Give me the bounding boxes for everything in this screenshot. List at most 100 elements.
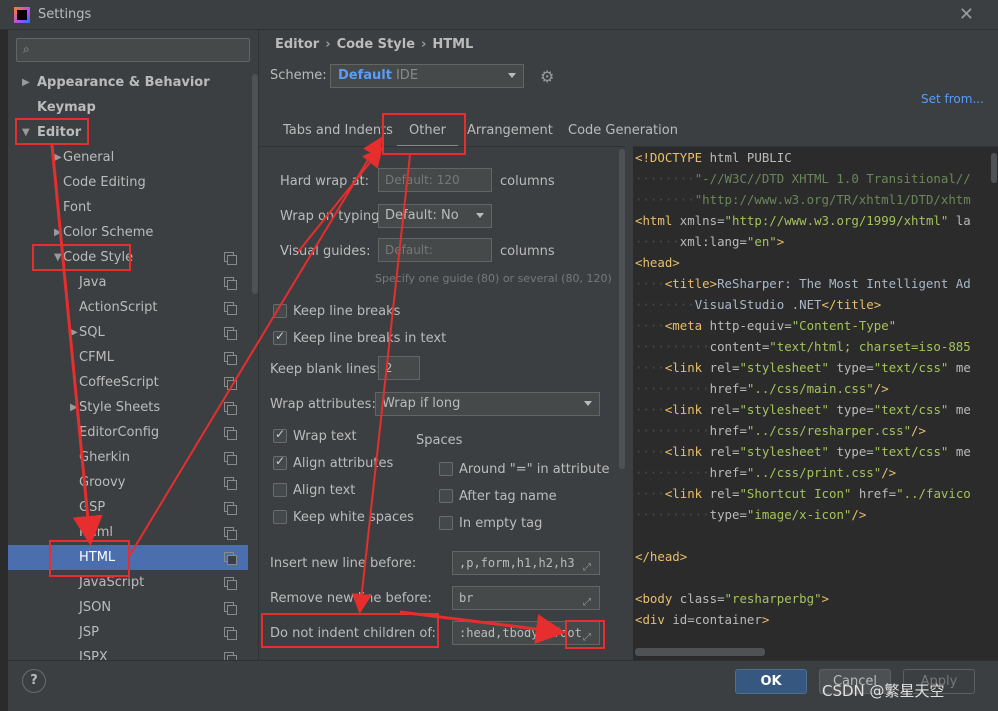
editor-hscrollbar[interactable] — [635, 648, 765, 656]
wrap-text-checkbox[interactable] — [273, 427, 287, 443]
ok-button[interactable]: OK — [735, 669, 807, 694]
sidebar-item-html[interactable]: HTML — [8, 545, 248, 570]
sidebar-item-font[interactable]: Font — [8, 195, 248, 220]
sidebar-item-jsp[interactable]: JSP — [8, 620, 248, 645]
keep-white-spaces-checkbox[interactable] — [273, 510, 287, 524]
sidebar-item-appearance-behavior[interactable]: ▶ Appearance & Behavior — [8, 70, 248, 95]
chevron-right-icon[interactable]: ▶ — [70, 320, 78, 345]
tab-tabs-and-indents[interactable]: Tabs and Indents — [283, 123, 393, 138]
keep-line-breaks-checkbox[interactable] — [273, 304, 287, 318]
insert-new-line-label: Insert new line before: — [270, 556, 417, 571]
wrap-attributes-dropdown[interactable]: Wrap if long — [375, 392, 600, 416]
sidebar-item-sql[interactable]: ▶ SQL — [8, 320, 248, 345]
sidebar-item-gherkin[interactable]: Gherkin — [8, 445, 248, 470]
after-tag-name-checkbox[interactable] — [439, 489, 453, 503]
project-scope-icon — [224, 577, 237, 590]
tab-other[interactable]: Other — [397, 123, 458, 148]
sidebar-item-label: JSON — [79, 600, 112, 615]
scheme-dropdown[interactable]: Default IDE — [330, 64, 524, 88]
align-attributes-label: Align attributes — [293, 456, 394, 471]
search-icon: ⌕ — [23, 42, 30, 56]
sidebar-item-json[interactable]: JSON — [8, 595, 248, 620]
breadcrumb-code-style[interactable]: Code Style — [337, 37, 415, 52]
sidebar-item-code-editing[interactable]: Code Editing — [8, 170, 248, 195]
chevron-right-icon[interactable]: ▶ — [22, 70, 30, 95]
guides-hint: Specify one guide (80) or several (80, 1… — [375, 272, 612, 285]
expand-icon[interactable]: ⤢ — [583, 557, 591, 579]
expand-icon[interactable]: ⤢ — [583, 592, 591, 614]
sidebar-item-haml[interactable]: Haml — [8, 520, 248, 545]
sidebar-item-gsp[interactable]: GSP — [8, 495, 248, 520]
sidebar-item-general[interactable]: ▶ General — [8, 145, 248, 170]
keep-line-breaks-text-checkbox[interactable] — [273, 329, 287, 345]
sidebar-item-color-scheme[interactable]: ▶ Color Scheme — [8, 220, 248, 245]
chevron-down-icon[interactable]: ▼ — [54, 245, 62, 270]
sidebar-item-groovy[interactable]: Groovy — [8, 470, 248, 495]
sidebar-item-style-sheets[interactable]: ▶ Style Sheets — [8, 395, 248, 420]
sidebar-item-label: Gherkin — [79, 450, 131, 465]
tab-arrangement[interactable]: Arrangement — [467, 123, 553, 138]
hard-wrap-input[interactable]: Default: 120 — [378, 168, 492, 192]
gear-icon[interactable]: ⚙ — [540, 67, 554, 86]
sidebar-item-editor[interactable]: ▼ Editor — [8, 120, 248, 145]
around-eq-label: Around "=" in attribute — [459, 462, 610, 477]
tab-code-generation[interactable]: Code Generation — [568, 123, 678, 138]
project-scope-icon — [224, 627, 237, 640]
align-attributes-checkbox[interactable] — [273, 454, 287, 470]
chevron-right-icon[interactable]: ▶ — [54, 145, 62, 170]
sidebar-item-label: JavaScript — [79, 575, 145, 590]
editor-scrollbar[interactable] — [991, 153, 997, 183]
sidebar-item-label: Java — [79, 275, 107, 290]
do-not-indent-input[interactable]: :head,tbody,tfoot ⤢ — [452, 621, 600, 645]
keep-blank-lines-input[interactable]: 2 — [378, 356, 420, 380]
sidebar-item-code-style[interactable]: ▼ Code Style — [8, 245, 248, 270]
sidebar-item-label: CFML — [79, 350, 115, 365]
sidebar-item-label: CoffeeScript — [79, 375, 159, 390]
sidebar-item-java[interactable]: Java — [8, 270, 248, 295]
chevron-right-icon[interactable]: ▶ — [70, 395, 78, 420]
project-scope-icon — [224, 652, 237, 660]
close-icon[interactable]: ✕ — [959, 4, 974, 25]
keep-line-breaks-text-label: Keep line breaks in text — [293, 331, 447, 346]
sidebar-item-javascript[interactable]: JavaScript — [8, 570, 248, 595]
wrap-text-label: Wrap text — [293, 429, 357, 444]
sidebar-item-coffeescript[interactable]: CoffeeScript — [8, 370, 248, 395]
search-input[interactable]: ⌕ — [16, 38, 250, 62]
sidebar-item-keymap[interactable]: Keymap — [8, 95, 248, 120]
wrap-attributes-label: Wrap attributes: — [270, 397, 376, 412]
breadcrumb-separator: › — [421, 37, 427, 52]
around-eq-checkbox[interactable] — [439, 462, 453, 476]
keep-white-spaces-label: Keep white spaces — [293, 510, 414, 525]
sidebar-item-label: EditorConfig — [79, 425, 160, 440]
sidebar-item-label: GSP — [79, 500, 106, 515]
sidebar-item-jspx[interactable]: JSPX — [8, 645, 248, 660]
visual-guides-input[interactable]: Default: — [378, 238, 492, 262]
insert-new-line-input[interactable]: ,p,form,h1,h2,h3 ⤢ — [452, 551, 600, 575]
insert-new-line-value: ,p,form,h1,h2,h3 — [459, 556, 575, 570]
sidebar-item-cfml[interactable]: CFML — [8, 345, 248, 370]
project-scope-icon — [224, 502, 237, 515]
align-text-checkbox[interactable] — [273, 483, 287, 497]
sidebar-item-actionscript[interactable]: ActionScript — [8, 295, 248, 320]
chevron-right-icon[interactable]: ▶ — [54, 220, 62, 245]
project-scope-icon — [224, 277, 237, 290]
sidebar-item-label: Code Editing — [63, 175, 146, 190]
project-scope-icon — [224, 352, 237, 365]
sidebar-item-editorconfig[interactable]: EditorConfig — [8, 420, 248, 445]
expand-icon[interactable]: ⤢ — [583, 627, 591, 644]
spaces-header: Spaces — [416, 433, 463, 448]
in-empty-tag-checkbox[interactable] — [439, 516, 453, 530]
help-icon[interactable]: ? — [22, 669, 46, 693]
after-tag-name-label: After tag name — [459, 489, 557, 504]
wrap-typing-dropdown[interactable]: Default: No — [378, 204, 492, 228]
remove-new-line-input[interactable]: br ⤢ — [452, 586, 600, 610]
breadcrumb-editor[interactable]: Editor — [275, 37, 319, 52]
set-from-link[interactable]: Set from... — [921, 92, 984, 106]
chevron-down-icon[interactable]: ▼ — [22, 120, 30, 145]
options-scrollbar[interactable] — [619, 149, 625, 469]
project-scope-icon — [224, 427, 237, 440]
settings-tree: ▶ Appearance & Behavior Keymap ▼ Editor ▶ Gene… — [8, 70, 248, 660]
settings-sidebar: ⌕ ▶ Appearance & Behavior Keymap ▼ Editor ▶ Ge… — [8, 30, 258, 660]
sidebar-item-label: Haml — [79, 525, 114, 540]
project-scope-icon — [224, 602, 237, 615]
